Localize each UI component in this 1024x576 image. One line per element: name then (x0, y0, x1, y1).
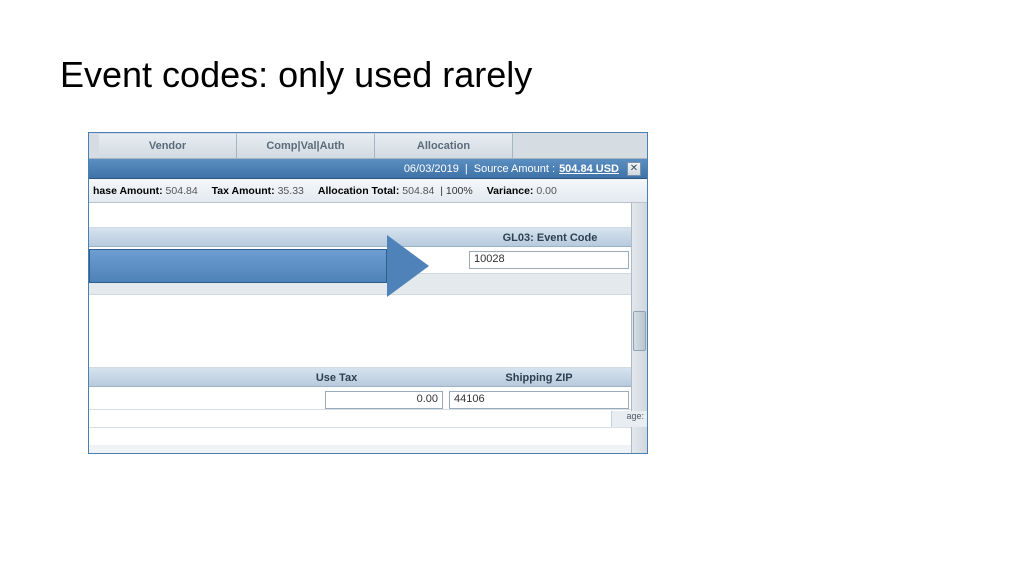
tax-amount-label: Tax Amount: (212, 185, 275, 197)
purchase-amount-value: 504.84 (166, 185, 198, 197)
source-info-bar: 06/03/2019 | Source Amount : 504.84 USD … (89, 159, 647, 179)
source-amount-label: Source Amount : (474, 163, 555, 175)
tab-allocation[interactable]: Allocation (375, 133, 513, 158)
col-header-use-tax: Use Tax (229, 367, 444, 387)
tabs-row: Vendor Comp|Val|Auth Allocation (89, 133, 647, 159)
purchase-amount-label: hase Amount: (93, 185, 163, 197)
source-amount-link[interactable]: 504.84 USD (559, 163, 619, 175)
use-tax-field[interactable]: 0.00 (325, 391, 443, 409)
event-code-field[interactable]: 10028 (469, 251, 629, 269)
variance-value: 0.00 (536, 185, 556, 197)
variance-label: Variance: (487, 185, 534, 197)
allocation-percent: 100% (446, 185, 473, 197)
col-header-event-code: GL03: Event Code (467, 227, 633, 247)
info-date: 06/03/2019 (404, 163, 459, 175)
amounts-summary: hase Amount: 504.84 Tax Amount: 35.33 Al… (89, 179, 647, 203)
col-header-shipping-zip: Shipping ZIP (446, 367, 632, 387)
allocation-grid: GL03: Event Code Use Tax Shipping ZIP 53… (89, 203, 647, 453)
partial-code-field[interactable]: 5310 (225, 251, 315, 269)
tab-vendor[interactable]: Vendor (99, 133, 237, 158)
tab-comp-val-auth[interactable]: Comp|Val|Auth (237, 133, 375, 158)
allocation-total-value: 504.84 (402, 185, 434, 197)
slide-title: Event codes: only used rarely (60, 54, 532, 96)
info-separator: | (465, 163, 468, 175)
page-label-fragment: age: (611, 411, 647, 427)
tax-amount-value: 35.33 (278, 185, 304, 197)
shipping-zip-field[interactable]: 44106 (449, 391, 629, 409)
scrollbar-thumb[interactable] (633, 311, 646, 351)
app-window: Vendor Comp|Val|Auth Allocation 06/03/20… (88, 132, 648, 454)
close-icon[interactable]: ✕ (627, 162, 641, 176)
allocation-total-label: Allocation Total: (318, 185, 399, 197)
